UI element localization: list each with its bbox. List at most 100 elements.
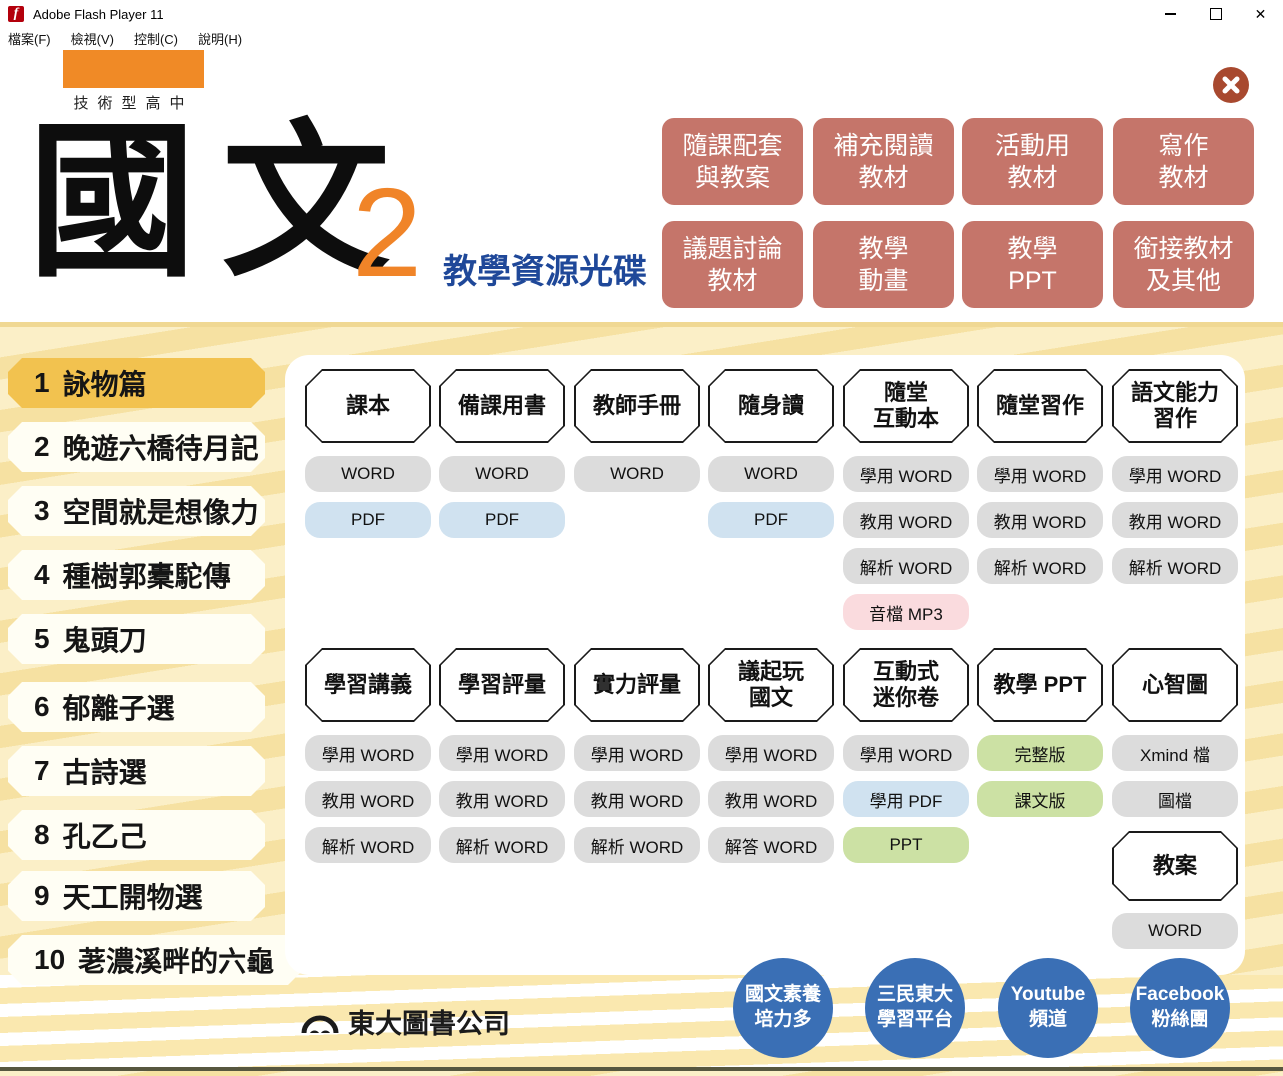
column-class-exercise: 隨堂習作 學用 WORD 教用 WORD 解析 WORD — [977, 369, 1103, 594]
column-header: 心智圖 — [1112, 648, 1238, 722]
maximize-icon — [1210, 8, 1222, 20]
file-button[interactable]: WORD — [305, 456, 431, 492]
nav-button-writing-materials[interactable]: 寫作 教材 — [1113, 118, 1254, 205]
close-x-icon — [1221, 75, 1241, 95]
header-area: 技術型高中 國文 2 教學資源光碟 隨課配套 與教案 補充閱讀 教材 活動用 教… — [0, 48, 1283, 322]
nav-button-bridging-materials[interactable]: 銜接教材 及其他 — [1113, 221, 1254, 308]
window-titlebar: f Adobe Flash Player 11 ✕ — [0, 0, 1283, 28]
file-button[interactable]: 教用 WORD — [574, 781, 700, 817]
lesson-title: 荖濃溪畔的六龜 — [78, 940, 274, 980]
sidebar-item-lesson-4[interactable]: 4 種樹郭橐駝傳 — [8, 550, 265, 600]
file-button[interactable]: WORD — [574, 456, 700, 492]
file-button[interactable]: 課文版 — [977, 781, 1103, 817]
file-button[interactable]: 完整版 — [977, 735, 1103, 771]
sidebar-item-lesson-2[interactable]: 2 晚遊六橋待月記 — [8, 422, 265, 472]
sidebar-item-lesson-6[interactable]: 6 郁離子選 — [8, 682, 265, 732]
file-button[interactable]: 學用 WORD — [305, 735, 431, 771]
nav-button-supplementary-reading[interactable]: 補充閱讀 教材 — [813, 118, 954, 205]
menu-control[interactable]: 控制(C) — [134, 29, 178, 48]
file-button[interactable]: 解析 WORD — [305, 827, 431, 863]
file-button[interactable]: PDF — [708, 502, 834, 538]
column-header: 隨身讀 — [708, 369, 834, 443]
column-issue-chinese: 議起玩 國文 學用 WORD 教用 WORD 解答 WORD — [708, 648, 834, 873]
file-button[interactable]: 解析 WORD — [574, 827, 700, 863]
column-header: 學習講義 — [305, 648, 431, 722]
sidebar-item-lesson-10[interactable]: 10 荖濃溪畔的六龜 — [8, 935, 302, 985]
close-window-button[interactable]: ✕ — [1238, 0, 1283, 28]
file-button[interactable]: 解析 WORD — [1112, 548, 1238, 584]
file-button[interactable]: 學用 WORD — [843, 735, 969, 771]
lesson-number: 7 — [34, 755, 50, 787]
nav-button-activity-materials[interactable]: 活動用 教材 — [962, 118, 1103, 205]
sidebar-item-lesson-1[interactable]: 1 詠物篇 — [8, 358, 265, 408]
file-button[interactable]: PPT — [843, 827, 969, 863]
lesson-number: 2 — [34, 431, 50, 463]
file-button[interactable]: 解析 WORD — [843, 548, 969, 584]
lesson-number: 9 — [34, 880, 50, 912]
file-button[interactable]: 解析 WORD — [439, 827, 565, 863]
file-button[interactable]: 教用 WORD — [305, 781, 431, 817]
minimize-button[interactable] — [1148, 0, 1193, 28]
lesson-number: 8 — [34, 819, 50, 851]
file-button[interactable]: 教用 WORD — [1112, 502, 1238, 538]
file-button[interactable]: 學用 PDF — [843, 781, 969, 817]
file-button[interactable]: 學用 WORD — [439, 735, 565, 771]
menu-bar: 檔案(F) 檢視(V) 控制(C) 說明(H) — [0, 28, 1283, 49]
file-button[interactable]: WORD — [708, 456, 834, 492]
sidebar-item-lesson-5[interactable]: 5 鬼頭刀 — [8, 614, 265, 664]
column-mind-map: 心智圖 Xmind 檔 圖檔 教案 WORD — [1112, 648, 1238, 959]
file-button[interactable]: 音檔 MP3 — [843, 594, 969, 630]
file-button[interactable]: 解答 WORD — [708, 827, 834, 863]
lesson-number: 6 — [34, 691, 50, 723]
nav-button-companion-lesson-plans[interactable]: 隨課配套 與教案 — [662, 118, 803, 205]
file-button[interactable]: 解析 WORD — [977, 548, 1103, 584]
file-button[interactable]: 學用 WORD — [574, 735, 700, 771]
window-title: Adobe Flash Player 11 — [33, 7, 164, 22]
link-learning-platform[interactable]: 三民東大 學習平台 — [865, 958, 965, 1058]
file-button[interactable]: 教用 WORD — [843, 502, 969, 538]
link-chinese-literacy[interactable]: 國文素養 培力多 — [733, 958, 833, 1058]
nav-button-topic-discussion[interactable]: 議題討論 教材 — [662, 221, 803, 308]
file-button[interactable]: 學用 WORD — [1112, 456, 1238, 492]
file-button[interactable]: WORD — [1112, 913, 1238, 949]
sidebar-item-lesson-7[interactable]: 7 古詩選 — [8, 746, 265, 796]
column-teacher-manual: 教師手冊 WORD — [574, 369, 700, 502]
file-button[interactable]: Xmind 檔 — [1112, 735, 1238, 771]
column-lesson-prep-book: 備課用書 WORD PDF — [439, 369, 565, 548]
sidebar-item-lesson-9[interactable]: 9 天工開物選 — [8, 871, 265, 921]
menu-view[interactable]: 檢視(V) — [71, 29, 114, 48]
column-header: 隨堂 互動本 — [843, 369, 969, 443]
column-header: 課本 — [305, 369, 431, 443]
nav-button-teaching-animation[interactable]: 教學 動畫 — [813, 221, 954, 308]
resource-panel: 課本 WORD PDF 備課用書 WORD PDF 教師手冊 WORD 隨身讀 … — [285, 355, 1245, 975]
column-textbook: 課本 WORD PDF — [305, 369, 431, 548]
maximize-button[interactable] — [1193, 0, 1238, 28]
column-header: 教學 PPT — [977, 648, 1103, 722]
menu-file[interactable]: 檔案(F) — [8, 29, 51, 48]
lesson-title: 晚遊六橋待月記 — [63, 427, 259, 467]
file-button[interactable]: WORD — [439, 456, 565, 492]
column-header: 學習評量 — [439, 648, 565, 722]
link-youtube-channel[interactable]: Youtube 頻道 — [998, 958, 1098, 1058]
column-teaching-ppt: 教學 PPT 完整版 課文版 — [977, 648, 1103, 827]
sidebar-item-lesson-3[interactable]: 3 空間就是想像力 — [8, 486, 265, 536]
file-button[interactable]: 教用 WORD — [439, 781, 565, 817]
file-button[interactable]: PDF — [439, 502, 565, 538]
column-study-assessment: 學習評量 學用 WORD 教用 WORD 解析 WORD — [439, 648, 565, 873]
link-facebook-fanpage[interactable]: Facebook 粉絲團 — [1130, 958, 1230, 1058]
app-close-button[interactable] — [1213, 67, 1249, 103]
file-button[interactable]: PDF — [305, 502, 431, 538]
lesson-title: 空間就是想像力 — [63, 491, 259, 531]
column-header: 教師手冊 — [574, 369, 700, 443]
file-button[interactable]: 學用 WORD — [843, 456, 969, 492]
nav-button-teaching-ppt[interactable]: 教學 PPT — [962, 221, 1103, 308]
column-interactive-workbook: 隨堂 互動本 學用 WORD 教用 WORD 解析 WORD 音檔 MP3 — [843, 369, 969, 640]
file-button[interactable]: 教用 WORD — [977, 502, 1103, 538]
file-button[interactable]: 學用 WORD — [708, 735, 834, 771]
file-button[interactable]: 學用 WORD — [977, 456, 1103, 492]
menu-help[interactable]: 說明(H) — [198, 29, 242, 48]
lesson-number: 3 — [34, 495, 50, 527]
sidebar-item-lesson-8[interactable]: 8 孔乙己 — [8, 810, 265, 860]
file-button[interactable]: 教用 WORD — [708, 781, 834, 817]
file-button[interactable]: 圖檔 — [1112, 781, 1238, 817]
